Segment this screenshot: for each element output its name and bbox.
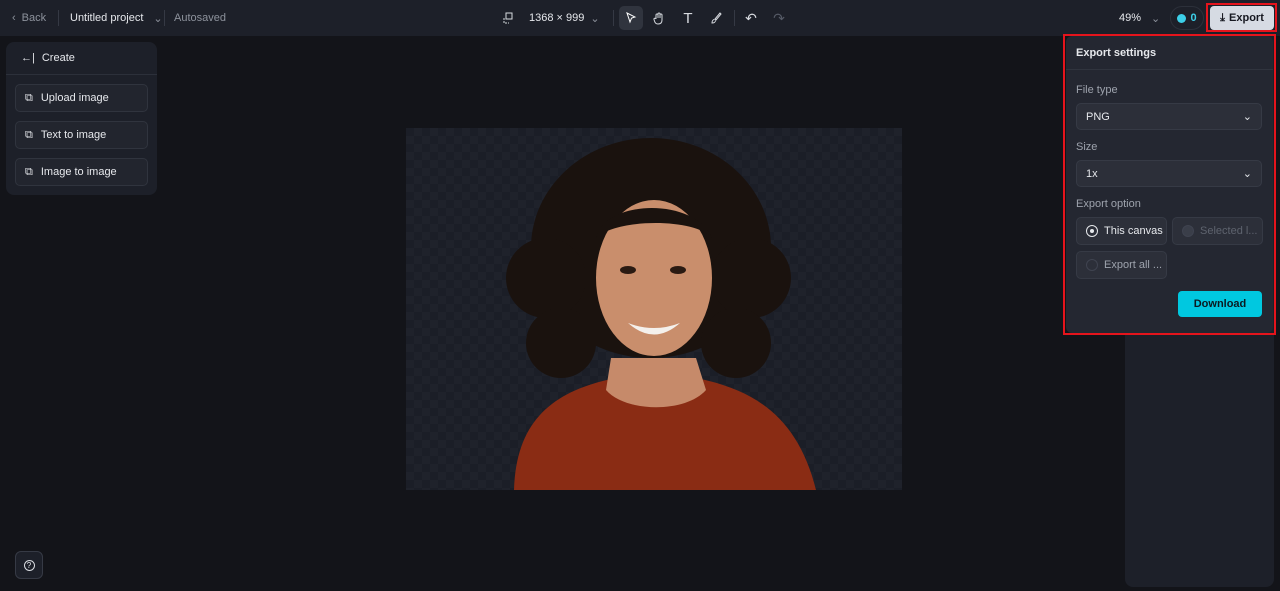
canvas-size-dropdown[interactable]: 1368 × 999 ⌄ (503, 0, 600, 36)
cursor-icon (626, 12, 637, 24)
text-tool[interactable]: T (676, 6, 700, 30)
download-button[interactable]: Download (1178, 291, 1262, 317)
size-select[interactable]: 1x ⌄ (1076, 160, 1262, 187)
text-to-image-icon: ⧉ (25, 128, 33, 141)
size-label: Size (1076, 141, 1098, 153)
select-tool[interactable] (619, 6, 643, 30)
undo-icon: ↶ (745, 9, 757, 26)
upload-image-label: Upload image (40, 92, 109, 104)
autosave-status: Autosaved (174, 12, 226, 24)
redo-icon: ↷ (773, 9, 785, 26)
export-settings-title: Export settings (1066, 36, 1273, 70)
resize-icon (503, 12, 513, 24)
hand-tool[interactable] (647, 6, 671, 30)
brush-icon (711, 12, 722, 24)
radio-selected-icon (1086, 225, 1098, 237)
credits-badge[interactable]: 0 (1170, 6, 1204, 30)
create-title: Create (41, 52, 75, 64)
upload-image-button[interactable]: ⧉ Upload image (15, 84, 148, 112)
export-settings-panel: Export settings File type PNG ⌄ Size 1x ⌄ … (1066, 36, 1273, 333)
collapse-icon: ←| (21, 52, 35, 64)
chevron-down-icon: ⌄ (1242, 111, 1252, 123)
portrait-image (506, 138, 816, 490)
hand-icon (653, 12, 663, 25)
brush-tool[interactable] (704, 6, 728, 30)
chevron-down-icon: ⌄ (590, 12, 600, 25)
project-name-dropdown[interactable]: Untitled project ⌄ (70, 0, 163, 36)
download-icon: ⤓ (1220, 11, 1226, 24)
create-panel-header[interactable]: ←| Create (6, 42, 157, 75)
zoom-dropdown[interactable]: 49% ⌄ (1119, 0, 1160, 36)
option-label: Selected l... (1200, 225, 1258, 237)
top-bar: ‹ Back Untitled project ⌄ Autosaved 1368… (0, 0, 1280, 36)
back-label: Back (21, 12, 47, 24)
option-selected-layers[interactable]: Selected l... (1172, 217, 1263, 245)
back-button[interactable]: ‹ Back (12, 0, 46, 36)
canvas-artboard[interactable] (406, 128, 902, 490)
upload-image-icon: ⧉ (25, 91, 33, 104)
text-to-image-label: Text to image (40, 129, 107, 141)
option-label: Export all ... (1104, 259, 1163, 271)
redo-button[interactable]: ↷ (767, 6, 791, 30)
radio-disabled-icon (1182, 225, 1194, 237)
image-to-image-button[interactable]: ⧉ Image to image (15, 158, 148, 186)
help-button[interactable]: ? (15, 551, 43, 579)
export-label: Export (1229, 12, 1264, 24)
option-export-all[interactable]: Export all ... (1076, 251, 1167, 279)
export-button[interactable]: ⤓ Export (1210, 6, 1274, 30)
chevron-down-icon: ⌄ (1151, 12, 1161, 25)
file-type-select[interactable]: PNG ⌄ (1076, 103, 1262, 130)
chevron-down-icon: ⌄ (153, 12, 163, 25)
radio-icon (1086, 259, 1098, 271)
project-name: Untitled project (70, 12, 144, 24)
file-type-value: PNG (1086, 110, 1110, 123)
option-this-canvas[interactable]: This canvas (1076, 217, 1167, 245)
chevron-left-icon: ‹ (12, 12, 16, 24)
text-to-image-button[interactable]: ⧉ Text to image (15, 121, 148, 149)
undo-button[interactable]: ↶ (739, 6, 763, 30)
image-to-image-label: Image to image (40, 166, 117, 178)
text-icon: T (683, 9, 693, 27)
credits-count: 0 (1190, 12, 1197, 24)
export-option-label: Export option (1076, 198, 1141, 210)
canvas-size: 1368 × 999 (529, 12, 585, 24)
help-icon: ? (23, 559, 35, 571)
image-to-image-icon: ⧉ (25, 165, 33, 178)
chevron-down-icon: ⌄ (1242, 168, 1252, 180)
credit-icon (1177, 13, 1187, 23)
size-value: 1x (1086, 167, 1098, 180)
zoom-level: 49% (1119, 12, 1142, 24)
create-panel: ←| Create ⧉ Upload image ⧉ Text to image ⧉… (6, 42, 157, 195)
file-type-label: File type (1076, 84, 1118, 96)
option-label: This canvas (1104, 225, 1163, 237)
